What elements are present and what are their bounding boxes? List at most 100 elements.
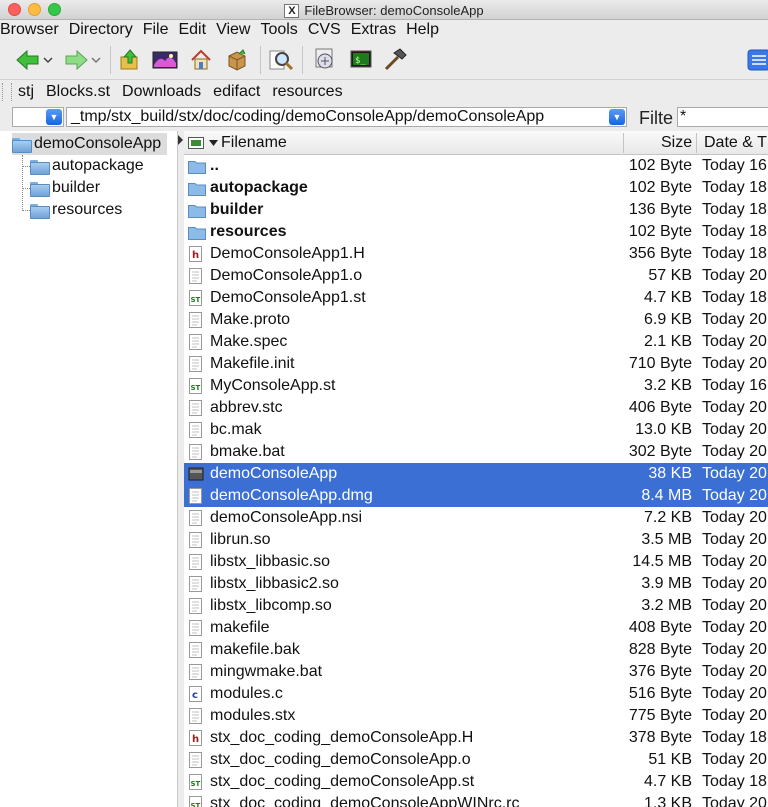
column-header-filename[interactable]: Filename (221, 131, 287, 155)
file-row[interactable]: h stx_doc_coding_demoConsoleApp.H 378 Byte… (184, 727, 768, 749)
tree-item-root[interactable]: demoConsoleApp (12, 133, 168, 155)
bookmark-item[interactable]: Blocks.st (46, 83, 110, 101)
menu-view[interactable]: View (216, 21, 258, 39)
parent-directory-button[interactable] (115, 46, 145, 74)
file-size: 828 Byte (628, 641, 692, 658)
path-input[interactable]: _tmp/stx_build/stx/doc/coding/demoConsol… (66, 107, 627, 127)
menu-help[interactable]: Help (406, 21, 447, 39)
file-row[interactable]: Makefile.init 710 Byte Today 20 (184, 353, 768, 375)
bookmark-item[interactable]: stj (18, 83, 34, 101)
file-date: Today 20 (702, 575, 767, 592)
file-row[interactable]: ST MyConsoleApp.st 3.2 KB Today 16 (184, 375, 768, 397)
file-row[interactable]: abbrev.stc 406 Byte Today 20 (184, 397, 768, 419)
file-row[interactable]: bc.mak 13.0 KB Today 20 (184, 419, 768, 441)
menu-browser[interactable]: Browser (0, 21, 67, 39)
bookmark-item[interactable]: Downloads (122, 83, 201, 101)
file-name: mingwmake.bat (210, 663, 323, 680)
menu-tools[interactable]: Tools (260, 21, 305, 39)
file-size: 102 Byte (628, 223, 692, 240)
file-name: Make.spec (210, 333, 288, 350)
file-date: Today 20 (702, 795, 767, 807)
file-row[interactable]: libstx_libcomp.so 3.2 MB Today 20 (184, 595, 768, 617)
file-size: 6.9 KB (643, 311, 692, 328)
file-row[interactable]: ST DemoConsoleApp1.st 4.7 KB Today 18 (184, 287, 768, 309)
file-row[interactable]: c modules.c 516 Byte Today 20 (184, 683, 768, 705)
column-chooser-icon[interactable] (188, 137, 204, 149)
file-row[interactable]: ST stx_doc_coding_demoConsoleApp.st 4.7 KB… (184, 771, 768, 793)
file-row[interactable]: mingwmake.bat 376 Byte Today 20 (184, 661, 768, 683)
chevron-down-icon[interactable]: ▼ (46, 109, 62, 125)
minimize-window-button[interactable] (28, 3, 41, 16)
menu-directory[interactable]: Directory (69, 21, 141, 39)
file-row[interactable]: stx_doc_coding_demoConsoleApp.o 51 KB Toda… (184, 749, 768, 771)
file-row[interactable]: Make.proto 6.9 KB Today 20 (184, 309, 768, 331)
file-row[interactable]: ST stx_doc_coding_demoConsoleAppWINrc.rc 1… (184, 793, 768, 807)
file-size: 376 Byte (628, 663, 692, 680)
package-button[interactable] (222, 46, 252, 74)
bookmark-item[interactable]: edifact (213, 83, 260, 101)
file-name: Make.proto (210, 311, 291, 328)
file-row[interactable]: modules.stx 775 Byte Today 20 (184, 705, 768, 727)
column-header-size[interactable]: Size (661, 131, 692, 155)
document-icon (188, 334, 204, 350)
filter-input[interactable]: * (677, 107, 768, 127)
package-icon (228, 49, 246, 71)
bookmark-bar-handle[interactable] (2, 83, 12, 101)
file-date: Today 20 (702, 421, 767, 438)
file-row[interactable]: autopackage 102 Byte Today 18 (184, 177, 768, 199)
build-button[interactable] (380, 46, 410, 74)
file-row[interactable]: libstx_libbasic.so 14.5 MB Today 20 (184, 551, 768, 573)
tree-item-builder[interactable]: builder (30, 177, 100, 199)
file-size: 302 Byte (628, 443, 692, 460)
view-mode-button[interactable] (746, 46, 768, 74)
bookmark-item[interactable]: resources (272, 83, 342, 101)
terminal-button[interactable]: $_ (346, 46, 376, 74)
file-name: librun.so (210, 531, 271, 548)
window-title: FileBrowser: demoConsoleApp (304, 3, 484, 18)
file-size: 1.3 KB (643, 795, 692, 807)
file-name: libstx_libbasic2.so (210, 575, 339, 592)
file-row[interactable]: .. 102 Byte Today 16 (184, 155, 768, 177)
file-name: demoConsoleApp.nsi (210, 509, 363, 526)
menu-extras[interactable]: Extras (351, 21, 404, 39)
file-row[interactable]: bmake.bat 302 Byte Today 20 (184, 441, 768, 463)
file-row[interactable]: makefile 408 Byte Today 20 (184, 617, 768, 639)
file-row[interactable]: h DemoConsoleApp1.H 356 Byte Today 18 (184, 243, 768, 265)
forward-button[interactable] (62, 46, 102, 74)
image-viewer-button[interactable] (150, 46, 180, 74)
file-row[interactable]: resources 102 Byte Today 18 (184, 221, 768, 243)
file-row[interactable]: DemoConsoleApp1.o 57 KB Today 20 (184, 265, 768, 287)
file-row[interactable]: demoConsoleApp.dmg 8.4 MB Today 20 (184, 485, 768, 507)
file-row[interactable]: Make.spec 2.1 KB Today 20 (184, 331, 768, 353)
file-row[interactable]: libstx_libbasic2.so 3.9 MB Today 20 (184, 573, 768, 595)
menu-file[interactable]: File (143, 21, 177, 39)
svg-text:ST: ST (191, 384, 201, 392)
file-date: Today 20 (702, 443, 767, 460)
close-window-button[interactable] (8, 3, 21, 16)
zoom-window-button[interactable] (48, 3, 61, 16)
history-combo[interactable]: ▼ (12, 107, 64, 127)
file-size: 51 KB (648, 751, 692, 768)
tree-item-label: builder (52, 179, 101, 196)
column-header-date[interactable]: Date & T (704, 131, 767, 155)
menu-edit[interactable]: Edit (178, 21, 214, 39)
sort-descending-icon[interactable] (209, 140, 218, 146)
forward-arrow-icon (65, 49, 101, 71)
file-row[interactable]: demoConsoleApp 38 KB Today 20 (184, 463, 768, 485)
file-row[interactable]: builder 136 Byte Today 18 (184, 199, 768, 221)
folder-icon (30, 159, 50, 175)
file-row[interactable]: demoConsoleApp.nsi 7.2 KB Today 20 (184, 507, 768, 529)
search-button[interactable] (266, 46, 296, 74)
tree-item-autopackage[interactable]: autopackage (30, 155, 144, 177)
file-row[interactable]: makefile.bak 828 Byte Today 20 (184, 639, 768, 661)
file-name: DemoConsoleApp1.o (210, 267, 363, 284)
menu-cvs[interactable]: CVS (308, 21, 349, 39)
chevron-down-icon[interactable]: ▼ (609, 109, 625, 125)
file-date: Today 16 (702, 157, 767, 174)
changes-browser-button[interactable] (310, 46, 340, 74)
home-button[interactable] (186, 46, 216, 74)
file-row[interactable]: librun.so 3.5 MB Today 20 (184, 529, 768, 551)
back-button[interactable] (14, 46, 54, 74)
tree-item-resources[interactable]: resources (30, 199, 122, 221)
file-name: Makefile.init (210, 355, 295, 372)
